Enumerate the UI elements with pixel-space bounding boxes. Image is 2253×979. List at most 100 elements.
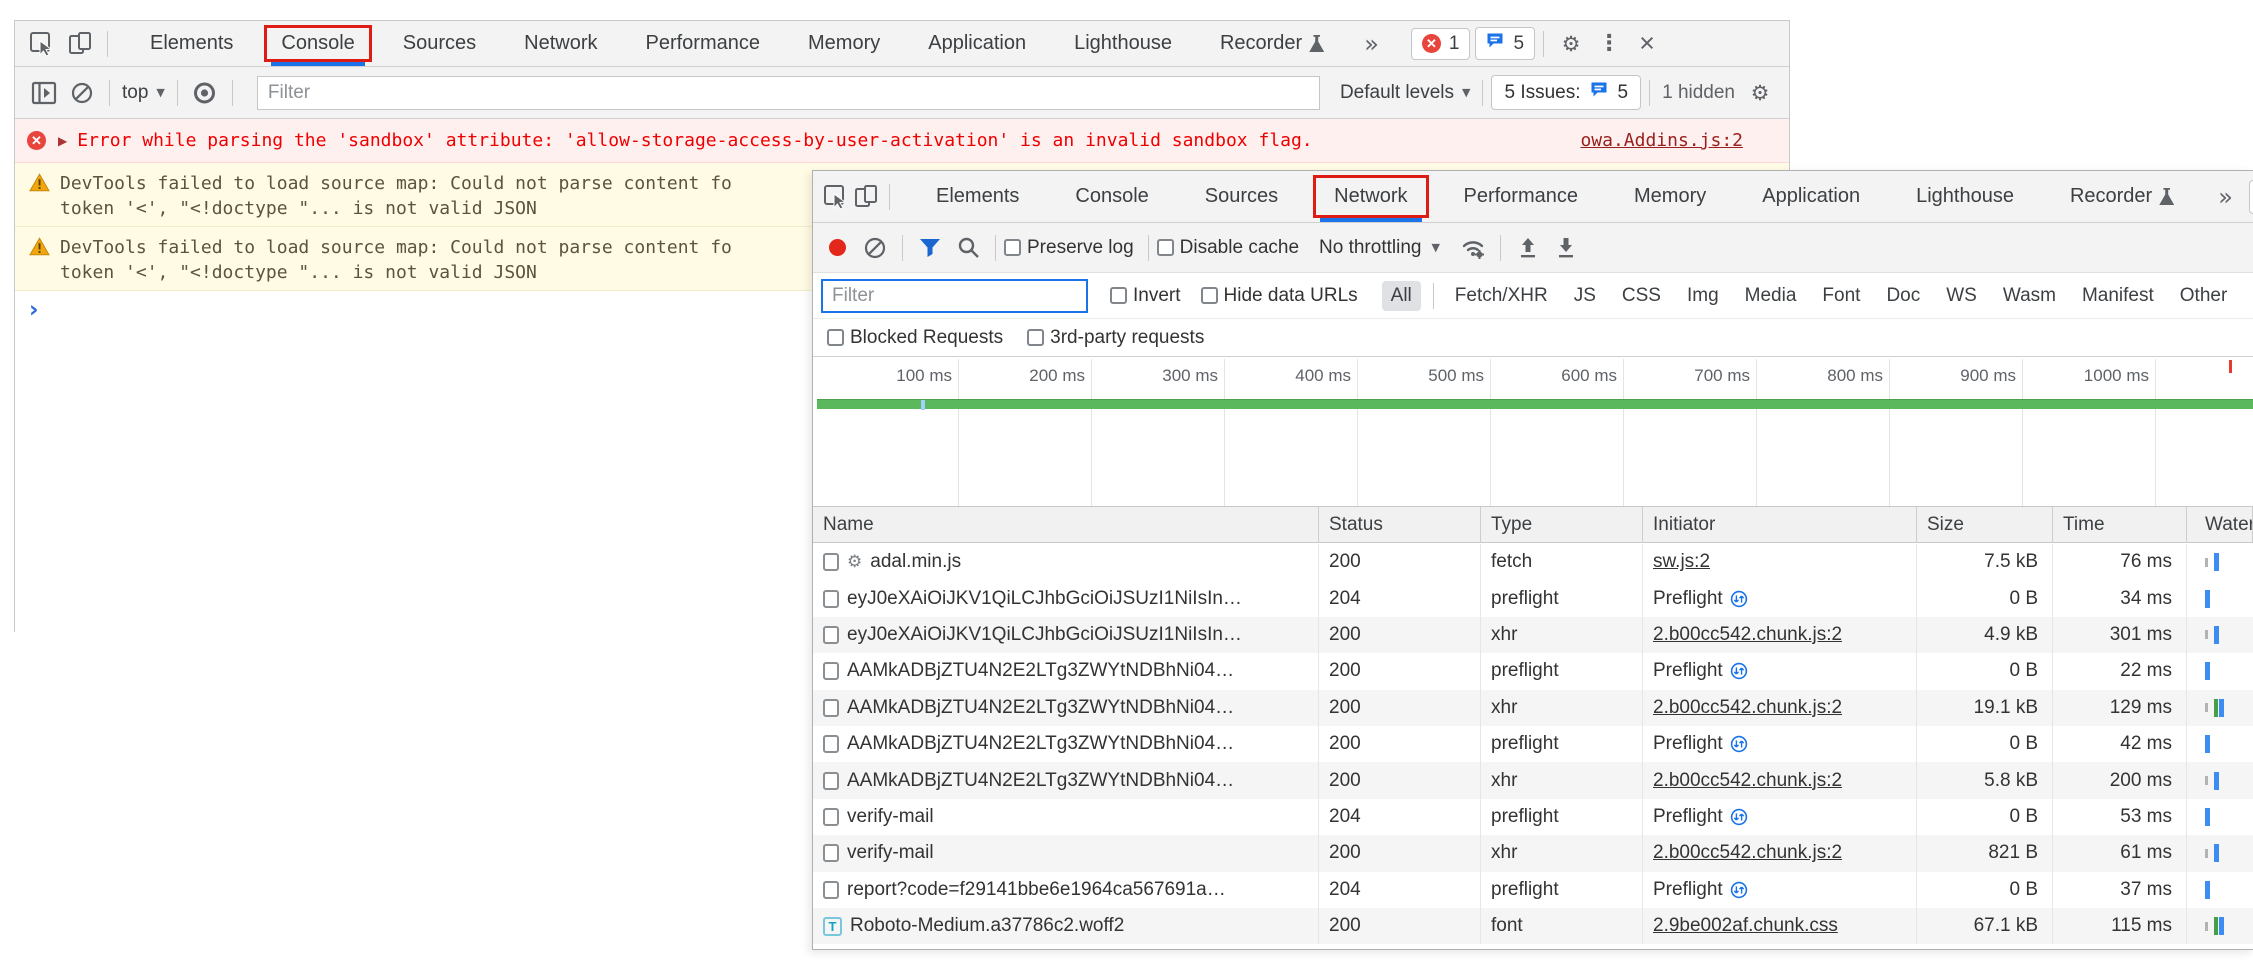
column-header-time[interactable]: Time (2053, 507, 2187, 542)
column-header-initiator[interactable]: Initiator (1643, 507, 1917, 542)
tab-elements[interactable]: Elements (908, 171, 1047, 222)
column-header-size[interactable]: Size (1917, 507, 2053, 542)
initiator-link[interactable]: 2.b00cc542.chunk.js:2 (1653, 842, 1842, 864)
timeline-overview-bar[interactable] (817, 399, 2253, 409)
initiator-link[interactable]: 2.b00cc542.chunk.js:2 (1653, 697, 1842, 719)
initiator-link[interactable]: 2.b00cc542.chunk.js:2 (1653, 770, 1842, 792)
network-request-row[interactable]: AAMkADBjZTU4N2E2LTg3ZWYtNDBhNi04…200pref… (813, 726, 2253, 762)
tab-elements[interactable]: Elements (126, 21, 257, 66)
column-header-waterfall[interactable]: Waterfall (2187, 507, 2253, 542)
column-header-type[interactable]: Type (1481, 507, 1643, 542)
kebab-menu-icon[interactable]: ⋮ (1592, 27, 1626, 61)
network-request-row[interactable]: eyJ0eXAiOiJKV1QiLCJhbGciOiJSUzI1NiIsIn…2… (813, 580, 2253, 616)
chip-wasm[interactable]: Wasm (1994, 281, 2065, 311)
network-filter-input[interactable] (821, 279, 1088, 313)
message-count-badge[interactable]: 5 (1475, 27, 1535, 60)
network-request-row[interactable]: verify-mail200xhr2.b00cc542.chunk.js:282… (813, 835, 2253, 871)
issues-badge[interactable]: 5 Issues: 5 (1491, 75, 1641, 110)
chip-ws[interactable]: WS (1937, 281, 1986, 311)
tab-console[interactable]: Console (257, 21, 378, 66)
tab-application[interactable]: Application (1734, 171, 1888, 222)
inspect-element-icon[interactable] (25, 27, 59, 61)
hide-data-urls-checkbox[interactable] (1201, 287, 1218, 304)
device-toolbar-icon[interactable] (63, 27, 97, 61)
live-expression-eye-icon[interactable] (188, 76, 222, 110)
tab-lighthouse[interactable]: Lighthouse (1050, 21, 1196, 66)
tab-performance[interactable]: Performance (1436, 171, 1607, 222)
expand-caret-icon[interactable]: ▶ (58, 134, 67, 148)
filter-funnel-icon[interactable] (913, 231, 947, 265)
chip-doc[interactable]: Doc (1877, 281, 1929, 311)
third-party-checkbox[interactable] (1027, 329, 1044, 346)
chip-media[interactable]: Media (1736, 281, 1806, 311)
settings-gear-icon[interactable]: ⚙ (1554, 27, 1588, 61)
tab-performance[interactable]: Performance (622, 21, 785, 66)
chip-img[interactable]: Img (1678, 281, 1728, 311)
preserve-log-checkbox[interactable] (1004, 239, 1021, 256)
console-settings-gear-icon[interactable]: ⚙ (1743, 76, 1777, 110)
chip-css[interactable]: CSS (1613, 281, 1670, 311)
timeline-ruler[interactable]: 100 ms200 ms300 ms400 ms500 ms600 ms700 … (813, 357, 2253, 399)
export-har-icon[interactable] (1549, 231, 1583, 265)
tab-recorder[interactable]: Recorder (2042, 171, 2202, 222)
tab-network[interactable]: Network (500, 21, 621, 66)
log-levels-dropdown[interactable]: Default levels ▼ (1336, 82, 1475, 104)
device-toolbar-icon[interactable] (853, 180, 879, 214)
invert-checkbox[interactable] (1110, 287, 1127, 304)
network-request-row[interactable]: ⚙adal.min.js200fetchsw.js:27.5 kB76 ms (813, 544, 2253, 580)
chip-other[interactable]: Other (2171, 281, 2237, 311)
disable-cache-label[interactable]: Disable cache (1180, 237, 1299, 259)
clear-console-icon[interactable] (65, 76, 99, 110)
error-count-badge[interactable]: ✕ 1 (1411, 28, 1471, 60)
tab-recorder[interactable]: Recorder (1196, 21, 1348, 66)
chip-manifest[interactable]: Manifest (2073, 281, 2163, 311)
error-source-link[interactable]: owa.Addins.js:2 (1580, 130, 1743, 151)
console-sidebar-icon[interactable] (27, 76, 61, 110)
blocked-requests-checkbox[interactable] (827, 329, 844, 346)
tab-memory[interactable]: Memory (1606, 171, 1734, 222)
chip-all[interactable]: All (1382, 281, 1421, 311)
initiator-link[interactable]: 2.b00cc542.chunk.js:2 (1653, 624, 1842, 646)
more-tabs-chevron[interactable]: » (1364, 30, 1379, 58)
timeline-overview-area[interactable] (813, 409, 2253, 506)
chip-js[interactable]: JS (1565, 281, 1605, 311)
initiator-link[interactable]: sw.js:2 (1653, 551, 1710, 573)
tab-sources[interactable]: Sources (1177, 171, 1306, 222)
chip-fetch-xhr[interactable]: Fetch/XHR (1446, 281, 1557, 311)
more-tabs-chevron[interactable]: » (2218, 183, 2233, 211)
third-party-label[interactable]: 3rd-party requests (1050, 327, 1204, 349)
network-request-row[interactable]: AAMkADBjZTU4N2E2LTg3ZWYtNDBhNi04…200xhr2… (813, 762, 2253, 798)
network-request-row[interactable]: AAMkADBjZTU4N2E2LTg3ZWYtNDBhNi04…200pref… (813, 653, 2253, 689)
tab-network[interactable]: Network (1306, 171, 1435, 222)
invert-label[interactable]: Invert (1133, 285, 1181, 307)
tab-console[interactable]: Console (1047, 171, 1176, 222)
context-selector[interactable]: top ▼ (118, 82, 169, 104)
tab-sources[interactable]: Sources (379, 21, 500, 66)
network-request-row[interactable]: AAMkADBjZTU4N2E2LTg3ZWYtNDBhNi04…200xhr2… (813, 690, 2253, 726)
tab-lighthouse[interactable]: Lighthouse (1888, 171, 2042, 222)
record-button[interactable] (829, 239, 846, 256)
console-filter-input[interactable] (257, 76, 1320, 110)
initiator-link[interactable]: 2.9be002af.chunk.css (1653, 915, 1838, 937)
chip-font[interactable]: Font (1813, 281, 1869, 311)
disable-cache-checkbox[interactable] (1157, 239, 1174, 256)
inspect-element-icon[interactable] (823, 180, 849, 214)
network-request-row[interactable]: eyJ0eXAiOiJKV1QiLCJhbGciOiJSUzI1NiIsIn…2… (813, 617, 2253, 653)
hide-data-urls-label[interactable]: Hide data URLs (1224, 285, 1358, 307)
clear-requests-icon[interactable] (858, 231, 892, 265)
tab-memory[interactable]: Memory (784, 21, 904, 66)
search-icon[interactable] (951, 231, 985, 265)
preserve-log-label[interactable]: Preserve log (1027, 237, 1134, 259)
blocked-requests-label[interactable]: Blocked Requests (850, 327, 1003, 349)
network-request-row[interactable]: report?code=f29141bbe6e1964ca567691a…204… (813, 872, 2253, 908)
waterfall-bar (2214, 553, 2219, 571)
close-icon[interactable]: × (1630, 27, 1664, 61)
column-header-name[interactable]: Name (813, 507, 1319, 542)
import-har-icon[interactable] (1511, 231, 1545, 265)
tab-application[interactable]: Application (904, 21, 1050, 66)
throttling-dropdown[interactable]: No throttling ▼ (1319, 237, 1440, 259)
network-request-row[interactable]: TRoboto-Medium.a37786c2.woff2200font2.9b… (813, 908, 2253, 944)
network-request-row[interactable]: verify-mail204preflightPreflight0 B53 ms (813, 799, 2253, 835)
network-conditions-icon[interactable] (1456, 231, 1490, 265)
column-header-status[interactable]: Status (1319, 507, 1481, 542)
